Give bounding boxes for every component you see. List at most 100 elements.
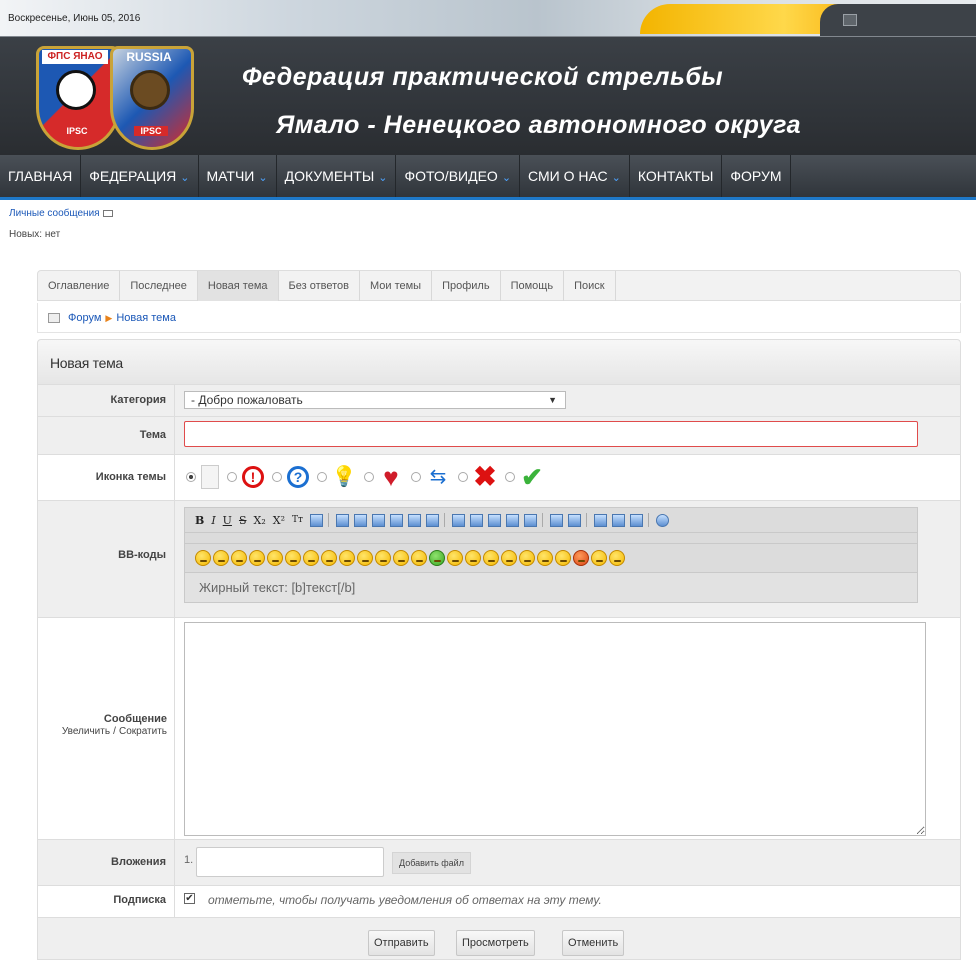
- smiley-icon[interactable]: [231, 550, 247, 566]
- topic-label-cell: Тема: [38, 417, 175, 454]
- nav-documents[interactable]: ДОКУМЕНТЫ ⌄: [277, 155, 397, 197]
- smiley-icon[interactable]: [267, 550, 283, 566]
- smiley-icon[interactable]: [537, 550, 553, 566]
- topic-icon-radio[interactable]: [272, 472, 282, 482]
- smiley-icon[interactable]: [591, 550, 607, 566]
- hide-icon[interactable]: [505, 513, 519, 527]
- strike-button[interactable]: S: [239, 514, 247, 527]
- topic-icon-radio[interactable]: [364, 472, 374, 482]
- fps-yanao-logo[interactable]: ФПС ЯНАО IPSC: [36, 46, 120, 150]
- italic-button[interactable]: I: [211, 514, 215, 527]
- topic-row: Тема: [37, 417, 961, 455]
- topic-icon-radio[interactable]: [227, 472, 237, 482]
- superscript-button[interactable]: X²: [273, 514, 285, 527]
- topic-icon-radio[interactable]: [505, 472, 515, 482]
- tab-profile[interactable]: Профиль: [432, 271, 501, 301]
- preview-button[interactable]: Просмотреть: [456, 930, 535, 956]
- align-center-icon[interactable]: [407, 513, 421, 527]
- nav-press[interactable]: СМИ О НАС ⌄: [520, 155, 630, 197]
- tab-my-topics[interactable]: Мои темы: [360, 271, 433, 301]
- tablet-icon[interactable]: [843, 14, 857, 26]
- smiley-icon[interactable]: [195, 550, 211, 566]
- align-right-icon[interactable]: [425, 513, 439, 527]
- breadcrumb: Форум ▶ Новая тема: [37, 303, 961, 333]
- cancel-button[interactable]: Отменить: [562, 930, 625, 956]
- tab-index[interactable]: Оглавление: [38, 271, 121, 301]
- list-item-icon[interactable]: [371, 513, 385, 527]
- code-icon[interactable]: [469, 513, 483, 527]
- table-icon[interactable]: [487, 513, 501, 527]
- color-icon[interactable]: [309, 513, 323, 527]
- smiley-icon[interactable]: [429, 550, 445, 566]
- topic-icon-radio[interactable]: [458, 472, 468, 482]
- smiley-icon[interactable]: [447, 550, 463, 566]
- tab-recent[interactable]: Последнее: [120, 271, 198, 301]
- underline-button[interactable]: U: [223, 514, 232, 527]
- nav-forum[interactable]: ФОРУМ: [722, 155, 791, 197]
- bullet-list-icon[interactable]: [335, 513, 349, 527]
- numbered-list-icon[interactable]: [353, 513, 367, 527]
- main-nav: ГЛАВНАЯ ФЕДЕРАЦИЯ ⌄ МАТЧИ ⌄ ДОКУМЕНТЫ ⌄ ФОТ…: [0, 155, 976, 200]
- map-icon[interactable]: [629, 513, 643, 527]
- ipsc-russia-logo[interactable]: RUSSIA IPSC: [110, 46, 194, 150]
- shrink-link[interactable]: Сократить: [119, 726, 167, 737]
- video-icon[interactable]: [611, 513, 625, 527]
- smiley-icon[interactable]: [465, 550, 481, 566]
- attachment-file-field[interactable]: [196, 847, 384, 877]
- smiley-icon[interactable]: [375, 550, 391, 566]
- polar-bear-icon: [56, 70, 96, 110]
- smiley-icon[interactable]: [321, 550, 337, 566]
- send-button[interactable]: Отправить: [368, 930, 435, 956]
- private-messages-link[interactable]: Личные сообщения: [9, 208, 113, 219]
- smiley-icon[interactable]: [249, 550, 265, 566]
- topic-icon-radio[interactable]: [186, 472, 196, 482]
- tab-search[interactable]: Поиск: [564, 271, 616, 301]
- smiley-icon[interactable]: [573, 550, 589, 566]
- image-icon[interactable]: [549, 513, 563, 527]
- help-icon[interactable]: [655, 513, 669, 527]
- font-size-button[interactable]: Tт: [292, 515, 303, 525]
- bold-button[interactable]: B: [195, 514, 204, 527]
- category-select[interactable]: - Добро пожаловать ▼: [184, 391, 566, 409]
- topic-input[interactable]: [184, 421, 918, 447]
- smiley-icon[interactable]: [339, 550, 355, 566]
- link-icon[interactable]: [567, 513, 581, 527]
- enlarge-link[interactable]: Увеличить: [62, 726, 110, 737]
- breadcrumb-forum-link[interactable]: Форум: [68, 312, 101, 324]
- topic-icon-radio[interactable]: [411, 472, 421, 482]
- tab-help[interactable]: Помощь: [501, 271, 565, 301]
- smiley-icon[interactable]: [357, 550, 373, 566]
- smiley-icon[interactable]: [483, 550, 499, 566]
- subscript-button[interactable]: X₂: [254, 514, 266, 527]
- nav-matches[interactable]: МАТЧИ ⌄: [199, 155, 277, 197]
- breadcrumb-new-topic-link[interactable]: Новая тема: [116, 312, 176, 324]
- smiley-icon[interactable]: [285, 550, 301, 566]
- subscribe-checkbox[interactable]: ✔: [184, 893, 195, 904]
- smiley-icon[interactable]: [609, 550, 625, 566]
- message-row: Сообщение Увеличить / Сократить: [37, 618, 961, 840]
- smiley-icon[interactable]: [411, 550, 427, 566]
- tab-unanswered[interactable]: Без ответов: [279, 271, 360, 301]
- quote-icon[interactable]: [451, 513, 465, 527]
- ebay-icon[interactable]: [593, 513, 607, 527]
- smiley-icon[interactable]: [501, 550, 517, 566]
- smiley-icon[interactable]: [213, 550, 229, 566]
- tab-new-topic[interactable]: Новая тема: [197, 271, 279, 301]
- toolbar-separator: [327, 513, 329, 527]
- nav-photo-video[interactable]: ФОТО/ВИДЕО ⌄: [396, 155, 521, 197]
- home-icon[interactable]: [48, 313, 60, 324]
- message-textarea[interactable]: [184, 622, 926, 836]
- smiley-icon[interactable]: [555, 550, 571, 566]
- nav-contacts[interactable]: КОНТАКТЫ: [630, 155, 723, 197]
- nav-home[interactable]: ГЛАВНАЯ: [0, 155, 82, 197]
- add-file-button[interactable]: Добавить файл: [392, 852, 471, 874]
- smiley-icon[interactable]: [519, 550, 535, 566]
- category-label: Категория: [110, 394, 166, 406]
- nav-federation[interactable]: ФЕДЕРАЦИЯ ⌄: [81, 155, 199, 197]
- align-left-icon[interactable]: [389, 513, 403, 527]
- spoiler-icon[interactable]: [523, 513, 537, 527]
- smiley-icon[interactable]: [303, 550, 319, 566]
- topic-icon-radio[interactable]: [317, 472, 327, 482]
- smiley-icon[interactable]: [393, 550, 409, 566]
- topic-icon-label-cell: Иконка темы: [38, 455, 175, 500]
